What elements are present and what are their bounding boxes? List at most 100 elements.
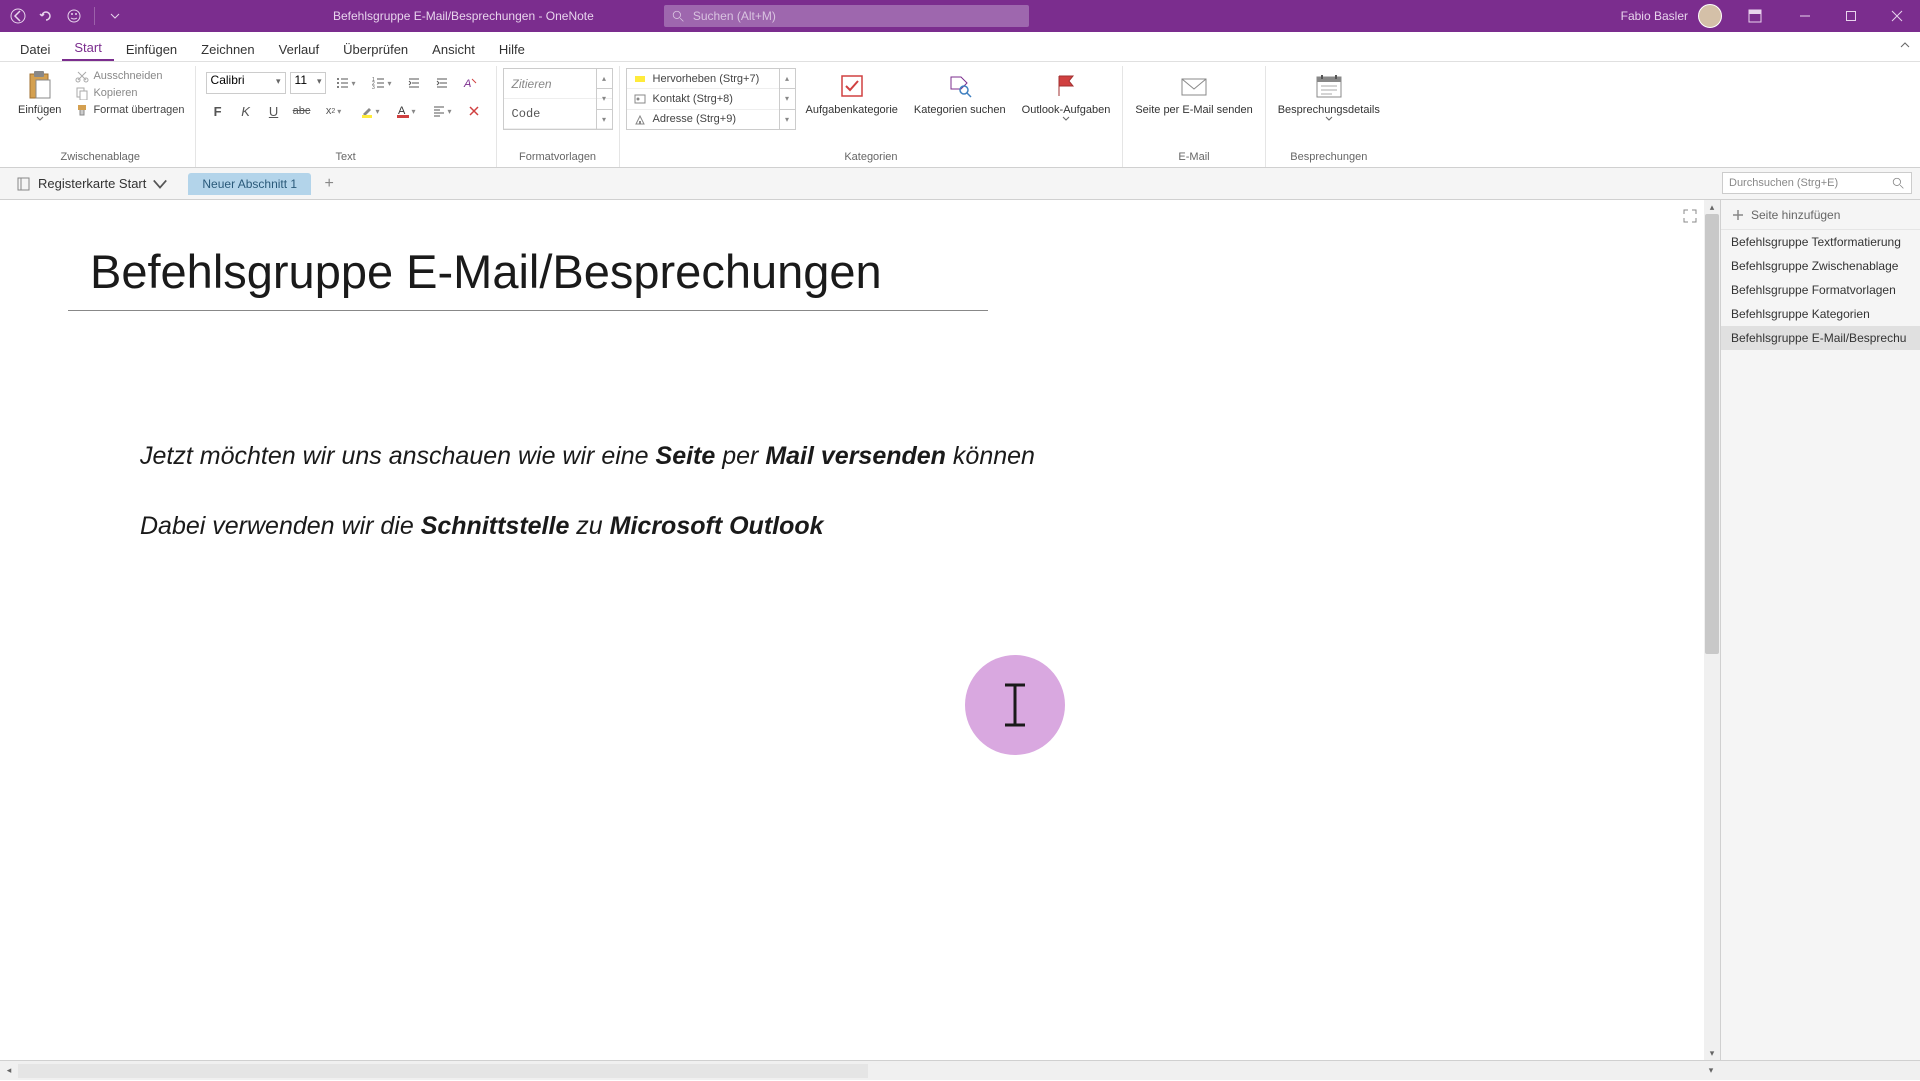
- vertical-scrollbar[interactable]: ▴ ▾: [1704, 200, 1720, 1060]
- copy-button[interactable]: Kopieren: [71, 85, 188, 101]
- group-text: Calibri 11 123 A F K U abc x2 A: [196, 66, 497, 167]
- strikethrough-button[interactable]: abc: [290, 100, 314, 122]
- delete-button[interactable]: [462, 100, 486, 122]
- align-button[interactable]: [426, 100, 458, 122]
- group-meetings: Besprechungsdetails Besprechungen: [1266, 66, 1392, 167]
- add-page-button[interactable]: Seite hinzufügen: [1721, 200, 1920, 230]
- bold-button[interactable]: F: [206, 100, 230, 122]
- tab-zeichnen[interactable]: Zeichnen: [189, 36, 266, 61]
- meeting-details-button[interactable]: Besprechungsdetails: [1272, 68, 1386, 123]
- subscript-button[interactable]: x2: [318, 100, 350, 122]
- font-size-select[interactable]: 11: [290, 72, 326, 94]
- tag-highlight[interactable]: Hervorheben (Strg+7): [627, 69, 779, 89]
- underline-button[interactable]: U: [262, 100, 286, 122]
- minimize-button[interactable]: [1782, 0, 1828, 32]
- highlight-button[interactable]: [354, 100, 386, 122]
- quick-access-toolbar: [0, 6, 133, 26]
- tags-down-icon[interactable]: ▾: [780, 89, 795, 109]
- page-item-1[interactable]: Befehlsgruppe Zwischenablage: [1721, 254, 1920, 278]
- tags-more-icon[interactable]: ▾: [780, 110, 795, 129]
- body-line-1[interactable]: Jetzt möchten wir uns anschauen wie wir …: [140, 440, 1035, 471]
- page-item-4[interactable]: Befehlsgruppe E-Mail/Besprechu: [1721, 326, 1920, 350]
- group-label-email: E-Mail: [1129, 149, 1258, 167]
- indent-button[interactable]: [430, 72, 454, 94]
- tag-contact[interactable]: Kontakt (Strg+8): [627, 89, 779, 109]
- notebook-dropdown[interactable]: Registerkarte Start: [8, 172, 176, 196]
- tab-datei[interactable]: Datei: [8, 36, 62, 61]
- styles-gallery[interactable]: Zitieren Code ▴ ▾ ▾: [503, 68, 613, 130]
- collapse-ribbon-icon[interactable]: [1898, 38, 1912, 57]
- horizontal-scrollbar[interactable]: ◂ ▾: [0, 1060, 1920, 1080]
- font-color-button[interactable]: A: [390, 100, 422, 122]
- tag-gallery[interactable]: Hervorheben (Strg+7) Kontakt (Strg+8) Ad…: [626, 68, 796, 130]
- window-controls: [1782, 0, 1920, 32]
- clear-format-button[interactable]: A: [458, 72, 482, 94]
- page-item-2[interactable]: Befehlsgruppe Formatvorlagen: [1721, 278, 1920, 302]
- page-item-0[interactable]: Befehlsgruppe Textformatierung: [1721, 230, 1920, 254]
- tab-verlauf[interactable]: Verlauf: [267, 36, 331, 61]
- tab-ueberpruefen[interactable]: Überprüfen: [331, 36, 420, 61]
- calendar-icon: [1313, 70, 1345, 102]
- bullets-button[interactable]: [330, 72, 362, 94]
- avatar[interactable]: [1698, 4, 1722, 28]
- tab-hilfe[interactable]: Hilfe: [487, 36, 537, 61]
- scroll-down-icon[interactable]: ▾: [1704, 1046, 1720, 1060]
- page-item-3[interactable]: Befehlsgruppe Kategorien: [1721, 302, 1920, 326]
- tag-address[interactable]: Adresse (Strg+9): [627, 110, 779, 129]
- user-name[interactable]: Fabio Basler: [1621, 9, 1688, 23]
- body-line-2[interactable]: Dabei verwenden wir die Schnittstelle zu…: [140, 510, 824, 541]
- format-painter-button[interactable]: Format übertragen: [71, 102, 188, 118]
- page-list: Seite hinzufügen Befehlsgruppe Textforma…: [1720, 200, 1920, 1060]
- paste-button[interactable]: Einfügen: [12, 68, 67, 123]
- canvas[interactable]: Befehlsgruppe E-Mail/Besprechungen Jetzt…: [0, 200, 1720, 1060]
- tab-ansicht[interactable]: Ansicht: [420, 36, 487, 61]
- group-label-clipboard: Zwischenablage: [12, 149, 189, 167]
- touch-mode-icon[interactable]: [64, 6, 84, 26]
- ribbon-tabs: Datei Start Einfügen Zeichnen Verlauf Üb…: [0, 32, 1920, 62]
- group-label-styles: Formatvorlagen: [503, 149, 613, 167]
- qat-customize-icon[interactable]: [105, 6, 125, 26]
- scroll-up-icon[interactable]: ▴: [1704, 200, 1720, 214]
- document-title: Befehlsgruppe E-Mail/Besprechungen - One…: [333, 9, 594, 23]
- outdent-button[interactable]: [402, 72, 426, 94]
- undo-icon[interactable]: [36, 6, 56, 26]
- close-button[interactable]: [1874, 0, 1920, 32]
- hscroll-left-icon[interactable]: ◂: [0, 1061, 18, 1081]
- page-title[interactable]: Befehlsgruppe E-Mail/Besprechungen: [90, 244, 882, 299]
- find-categories-button[interactable]: Kategorien suchen: [908, 68, 1012, 118]
- cut-button[interactable]: Ausschneiden: [71, 68, 188, 84]
- group-email: Seite per E-Mail senden E-Mail: [1123, 66, 1265, 167]
- ribbon: Einfügen Ausschneiden Kopieren Format üb…: [0, 62, 1920, 168]
- hscroll-track[interactable]: [18, 1064, 868, 1078]
- page-search-input[interactable]: Durchsuchen (Strg+E): [1722, 172, 1912, 194]
- flag-icon: [1050, 70, 1082, 102]
- outlook-tasks-button[interactable]: Outlook-Aufgaben: [1016, 68, 1117, 123]
- task-category-button[interactable]: Aufgabenkategorie: [800, 68, 904, 118]
- tag-search-icon: [944, 70, 976, 102]
- styles-more-icon[interactable]: ▾: [597, 110, 612, 129]
- search-input[interactable]: Suchen (Alt+M): [664, 5, 1029, 27]
- hscroll-menu-icon[interactable]: ▾: [1702, 1061, 1720, 1081]
- send-page-button[interactable]: Seite per E-Mail senden: [1129, 68, 1258, 118]
- envelope-icon: [1178, 70, 1210, 102]
- add-section-button[interactable]: +: [317, 172, 341, 196]
- tab-einfuegen[interactable]: Einfügen: [114, 36, 189, 61]
- expand-icon[interactable]: [1682, 208, 1698, 229]
- group-label-text: Text: [202, 149, 490, 167]
- styles-down-icon[interactable]: ▾: [597, 89, 612, 109]
- checkbox-icon: [836, 70, 868, 102]
- svg-text:3: 3: [372, 85, 375, 90]
- tab-start[interactable]: Start: [62, 34, 113, 61]
- styles-up-icon[interactable]: ▴: [597, 69, 612, 89]
- tags-up-icon[interactable]: ▴: [780, 69, 795, 89]
- title-underline: [68, 310, 988, 311]
- section-tab[interactable]: Neuer Abschnitt 1: [188, 173, 311, 195]
- font-select[interactable]: Calibri: [206, 72, 286, 94]
- maximize-button[interactable]: [1828, 0, 1874, 32]
- scroll-thumb[interactable]: [1705, 214, 1719, 654]
- numbering-button[interactable]: 123: [366, 72, 398, 94]
- group-clipboard: Einfügen Ausschneiden Kopieren Format üb…: [6, 66, 196, 167]
- italic-button[interactable]: K: [234, 100, 258, 122]
- back-icon[interactable]: [8, 6, 28, 26]
- ribbon-mode-icon[interactable]: [1732, 0, 1778, 32]
